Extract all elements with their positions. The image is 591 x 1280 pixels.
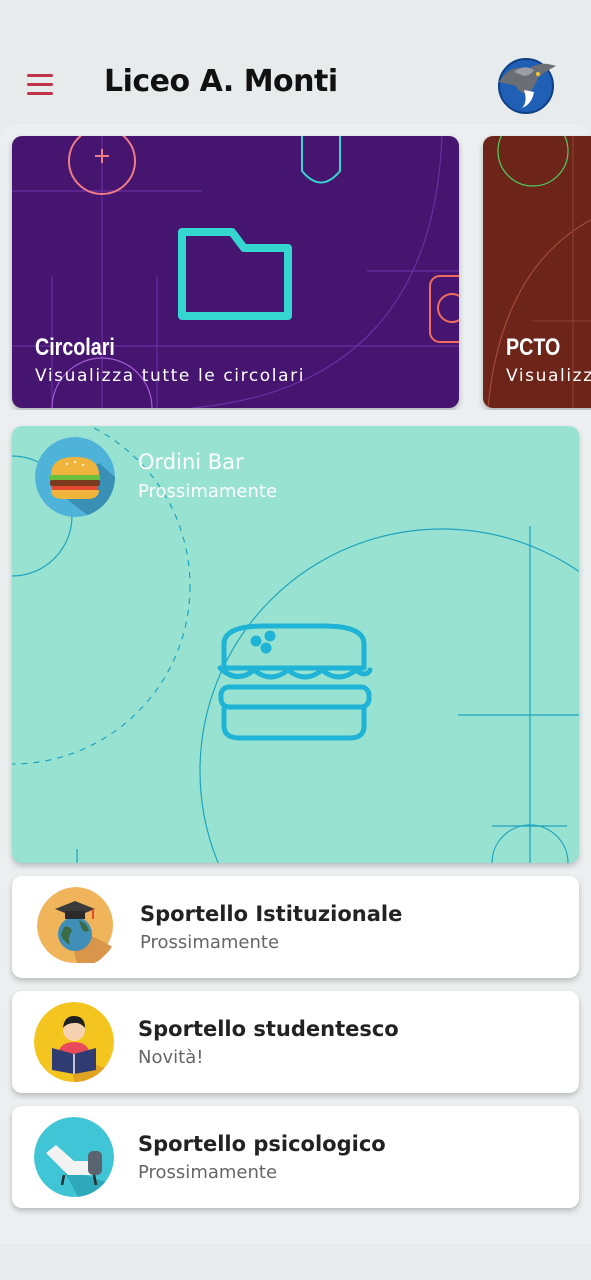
- sportello-istituzionale-card[interactable]: Sportello Istituzionale Prossimamente: [12, 876, 579, 978]
- ordini-bar-card[interactable]: Ordini Bar Prossimamente: [12, 426, 579, 863]
- therapy-couch-icon: [34, 1117, 114, 1197]
- sportello-studentesco-card[interactable]: Sportello studentesco Novità!: [12, 991, 579, 1093]
- student-reading-icon: [34, 1002, 114, 1082]
- ordini-bar-subtitle: Prossimamente: [138, 481, 278, 502]
- sportello-istituzionale-subtitle: Prossimamente: [140, 932, 280, 953]
- ordini-bar-title: Ordini Bar: [138, 450, 244, 474]
- eagle-logo-icon[interactable]: [494, 54, 558, 114]
- circolari-subtitle: Visualizza tutte le circolari: [35, 366, 306, 386]
- sportello-studentesco-title: Sportello studentesco: [138, 1017, 399, 1041]
- sportello-istituzionale-title: Sportello Istituzionale: [140, 902, 403, 926]
- page-title: Liceo A. Monti: [104, 64, 338, 99]
- burger-avatar-icon: [35, 437, 115, 517]
- sportello-psicologico-title: Sportello psicologico: [138, 1132, 386, 1156]
- graduation-globe-icon: [37, 887, 117, 967]
- sportello-psicologico-card[interactable]: Sportello psicologico Prossimamente: [12, 1106, 579, 1208]
- pcto-title: PCTO: [506, 334, 561, 361]
- sportello-studentesco-subtitle: Novità!: [138, 1047, 204, 1068]
- folder-icon: [178, 228, 292, 320]
- pcto-card[interactable]: PCTO Visualizza: [483, 136, 591, 408]
- app-header: Liceo A. Monti: [0, 0, 591, 126]
- hamburger-menu-icon[interactable]: [22, 68, 58, 100]
- carousel[interactable]: Circolari Visualizza tutte le circolari …: [0, 134, 591, 410]
- burger-icon: [217, 623, 373, 741]
- circolari-card[interactable]: Circolari Visualizza tutte le circolari: [12, 136, 459, 408]
- sportello-psicologico-subtitle: Prossimamente: [138, 1162, 278, 1183]
- circolari-title: Circolari: [35, 334, 115, 361]
- pcto-subtitle: Visualizza: [506, 366, 591, 386]
